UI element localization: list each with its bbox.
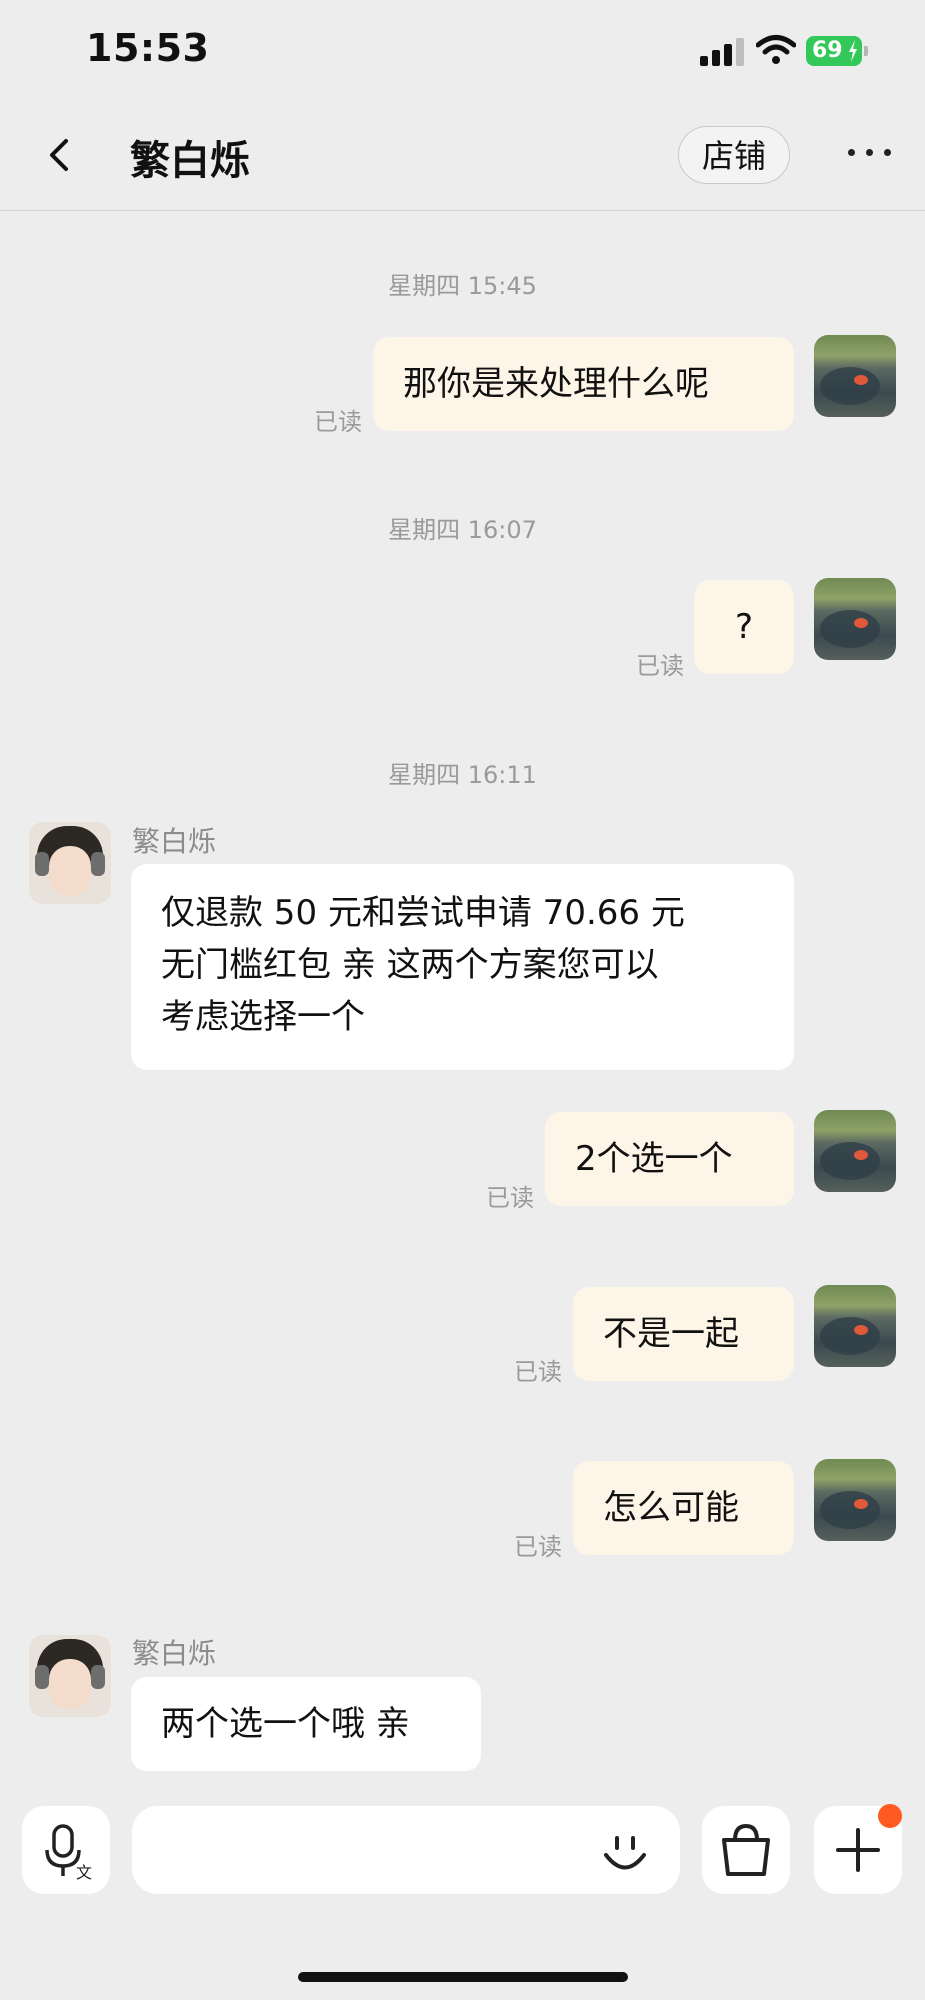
read-status: 已读	[486, 1184, 534, 1212]
sender-name: 繁白烁	[132, 1637, 217, 1670]
message-text: 2个选一个	[575, 1139, 733, 1179]
my-avatar[interactable]	[814, 1459, 896, 1541]
timestamp: 星期四 16:07	[388, 516, 537, 544]
my-avatar[interactable]	[814, 1285, 896, 1367]
message-bubble-outgoing[interactable]: 2个选一个	[545, 1112, 794, 1206]
svg-text:文: 文	[76, 1863, 92, 1882]
read-status: 已读	[514, 1533, 562, 1561]
message-text-line: 考虑选择一个	[161, 997, 365, 1037]
message-text: 不是一起	[603, 1314, 739, 1354]
chat-title: 繁白烁	[130, 138, 250, 184]
message-text: 两个选一个哦 亲	[161, 1704, 410, 1744]
input-bar: 文	[0, 1790, 925, 1920]
battery-level: 69	[812, 38, 843, 63]
more-dots-icon[interactable]	[848, 142, 892, 162]
battery-cap	[864, 46, 868, 56]
timestamp: 星期四 15:45	[388, 272, 537, 300]
cellular-signal-icon	[700, 38, 748, 66]
message-bubble-incoming[interactable]: 仅退款 50 元和尝试申请 70.66 元 无门槛红包 亲 这两个方案您可以 考…	[131, 864, 794, 1070]
emoji-icon[interactable]	[600, 1828, 650, 1878]
message-text-line: 仅退款 50 元和尝试申请 70.66 元	[161, 893, 685, 933]
shopping-bag-icon	[722, 1823, 770, 1876]
contact-avatar[interactable]	[29, 822, 111, 904]
battery-indicator: 69	[806, 36, 862, 66]
my-avatar[interactable]	[814, 578, 896, 660]
message-text: 那你是来处理什么呢	[403, 364, 709, 404]
voice-translate-button[interactable]: 文	[22, 1806, 110, 1894]
message-bubble-outgoing[interactable]: 怎么可能	[573, 1461, 794, 1555]
status-bar: 15:53 69	[0, 0, 925, 100]
read-status: 已读	[514, 1358, 562, 1386]
voice-translate-icon: 文	[45, 1824, 92, 1882]
home-indicator	[298, 1972, 628, 1982]
read-status: 已读	[636, 652, 684, 680]
contact-avatar[interactable]	[29, 1635, 111, 1717]
message-bubble-outgoing[interactable]: ?	[694, 580, 794, 674]
message-text-line: 无门槛红包 亲 这两个方案您可以	[161, 945, 659, 985]
chevron-left-icon[interactable]	[40, 135, 80, 175]
my-avatar[interactable]	[814, 335, 896, 417]
message-input[interactable]	[132, 1806, 680, 1894]
timestamp: 星期四 16:11	[388, 761, 537, 789]
message-bubble-outgoing[interactable]: 那你是来处理什么呢	[373, 337, 794, 431]
notification-dot	[878, 1804, 902, 1828]
shop-button[interactable]: 店铺	[678, 126, 790, 184]
message-bubble-outgoing[interactable]: 不是一起	[573, 1287, 794, 1381]
message-bubble-incoming[interactable]: 两个选一个哦 亲	[131, 1677, 481, 1771]
sender-name: 繁白烁	[132, 825, 217, 858]
message-text: 怎么可能	[603, 1488, 739, 1528]
my-avatar[interactable]	[814, 1110, 896, 1192]
read-status: 已读	[314, 408, 362, 436]
chat-header: 繁白烁 店铺	[0, 100, 925, 211]
status-time: 15:53	[86, 26, 210, 70]
shopping-bag-button[interactable]	[702, 1806, 790, 1894]
charging-bolt-icon	[849, 40, 857, 62]
wifi-icon	[756, 35, 796, 64]
message-text: ?	[734, 607, 754, 647]
